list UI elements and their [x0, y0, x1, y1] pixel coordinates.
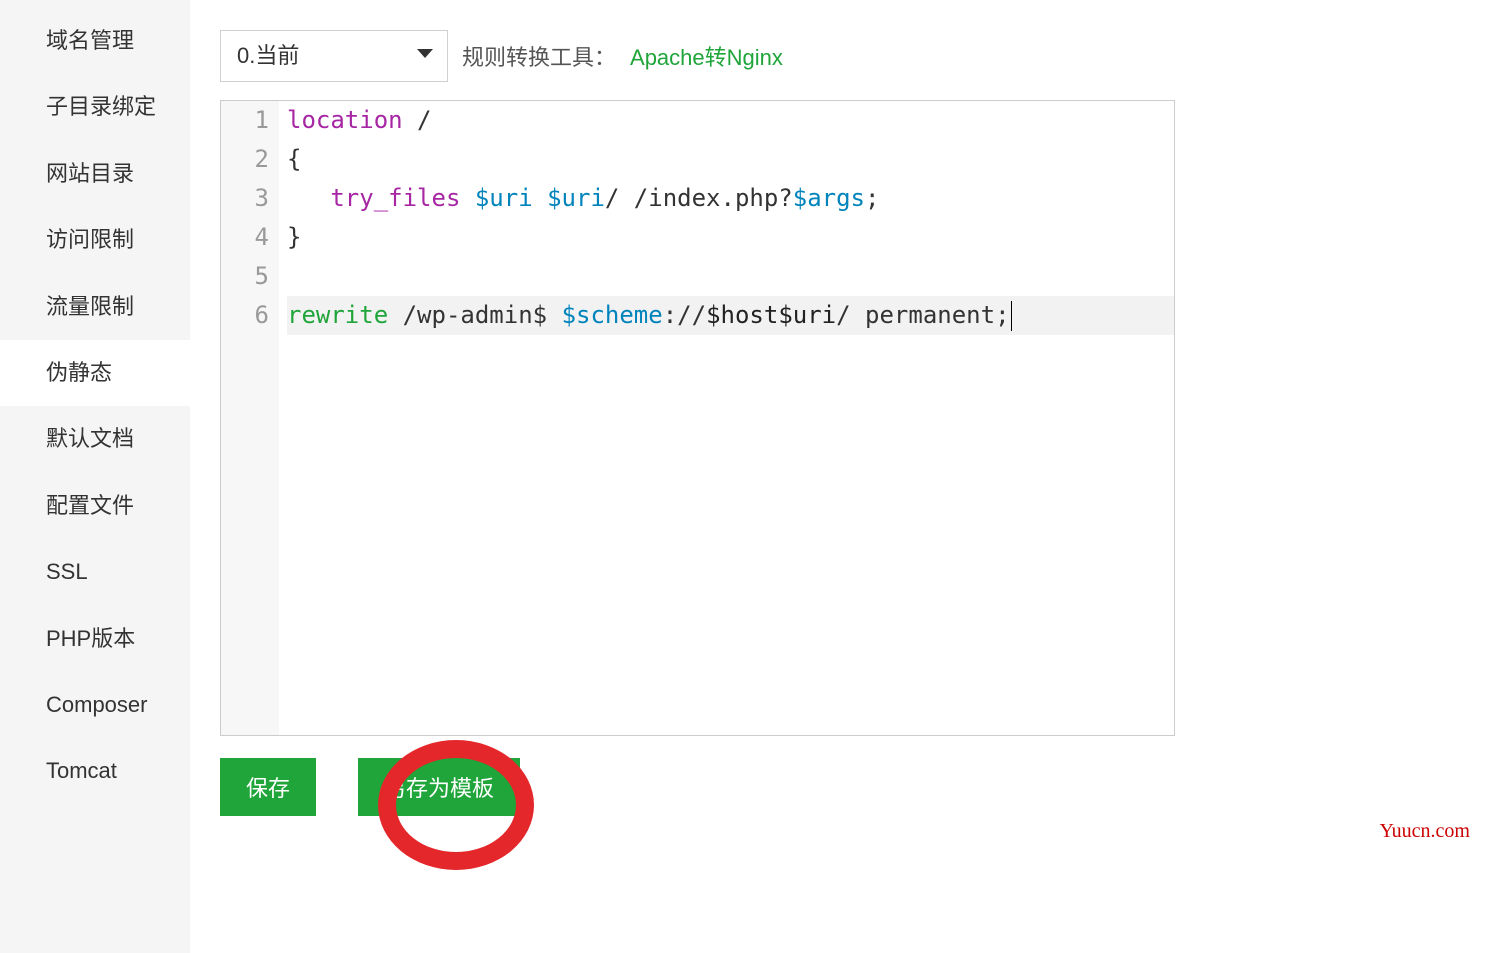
sidebar-item-config-file[interactable]: 配置文件	[0, 473, 190, 539]
main-panel: 0.当前 规则转换工具： Apache转Nginx 1 2 3 4 5 6 loc…	[190, 0, 1500, 953]
sidebar-item-subdir[interactable]: 子目录绑定	[0, 74, 190, 140]
sidebar-item-tomcat[interactable]: Tomcat	[0, 738, 190, 804]
code-line	[287, 257, 1174, 296]
code-line: }	[287, 218, 1174, 257]
button-row: 保存 另存为模板	[220, 758, 1470, 816]
line-number: 3	[221, 179, 269, 218]
sidebar-item-rewrite[interactable]: 伪静态	[0, 340, 190, 406]
sidebar-item-composer[interactable]: Composer	[0, 672, 190, 738]
code-line: try_files $uri $uri/ /index.php?$args;	[287, 179, 1174, 218]
code-content[interactable]: location / { try_files $uri $uri/ /index…	[279, 101, 1174, 735]
sidebar-item-php-version[interactable]: PHP版本	[0, 606, 190, 672]
sidebar-item-traffic-limit[interactable]: 流量限制	[0, 274, 190, 340]
sidebar-item-sitedir[interactable]: 网站目录	[0, 141, 190, 207]
line-number: 4	[221, 218, 269, 257]
code-editor[interactable]: 1 2 3 4 5 6 location / { try_files $uri …	[220, 100, 1175, 736]
code-line-current: rewrite /wp-admin$ $scheme://$host$uri/ …	[287, 296, 1174, 335]
code-line: location /	[287, 101, 1174, 140]
sidebar: 域名管理 子目录绑定 网站目录 访问限制 流量限制 伪静态 默认文档 配置文件 …	[0, 0, 190, 953]
sidebar-item-domain[interactable]: 域名管理	[0, 8, 190, 74]
apache-to-nginx-link[interactable]: Apache转Nginx	[630, 40, 783, 72]
toolbar: 0.当前 规则转换工具： Apache转Nginx	[220, 30, 1470, 82]
watermark: Yuucn.com	[1379, 820, 1470, 843]
sidebar-item-ssl[interactable]: SSL	[0, 539, 190, 605]
sidebar-item-default-doc[interactable]: 默认文档	[0, 406, 190, 472]
sidebar-item-access-limit[interactable]: 访问限制	[0, 207, 190, 273]
line-number: 1	[221, 101, 269, 140]
convert-label: 规则转换工具：	[462, 40, 616, 72]
line-number: 5	[221, 257, 269, 296]
text-cursor	[1011, 301, 1012, 331]
template-select-wrap: 0.当前	[220, 30, 448, 82]
line-number: 6	[221, 296, 269, 335]
template-select[interactable]: 0.当前	[220, 30, 448, 82]
line-number-gutter: 1 2 3 4 5 6	[221, 101, 279, 735]
line-number: 2	[221, 140, 269, 179]
save-as-template-button[interactable]: 另存为模板	[358, 758, 520, 816]
code-line: {	[287, 140, 1174, 179]
save-button[interactable]: 保存	[220, 758, 316, 816]
